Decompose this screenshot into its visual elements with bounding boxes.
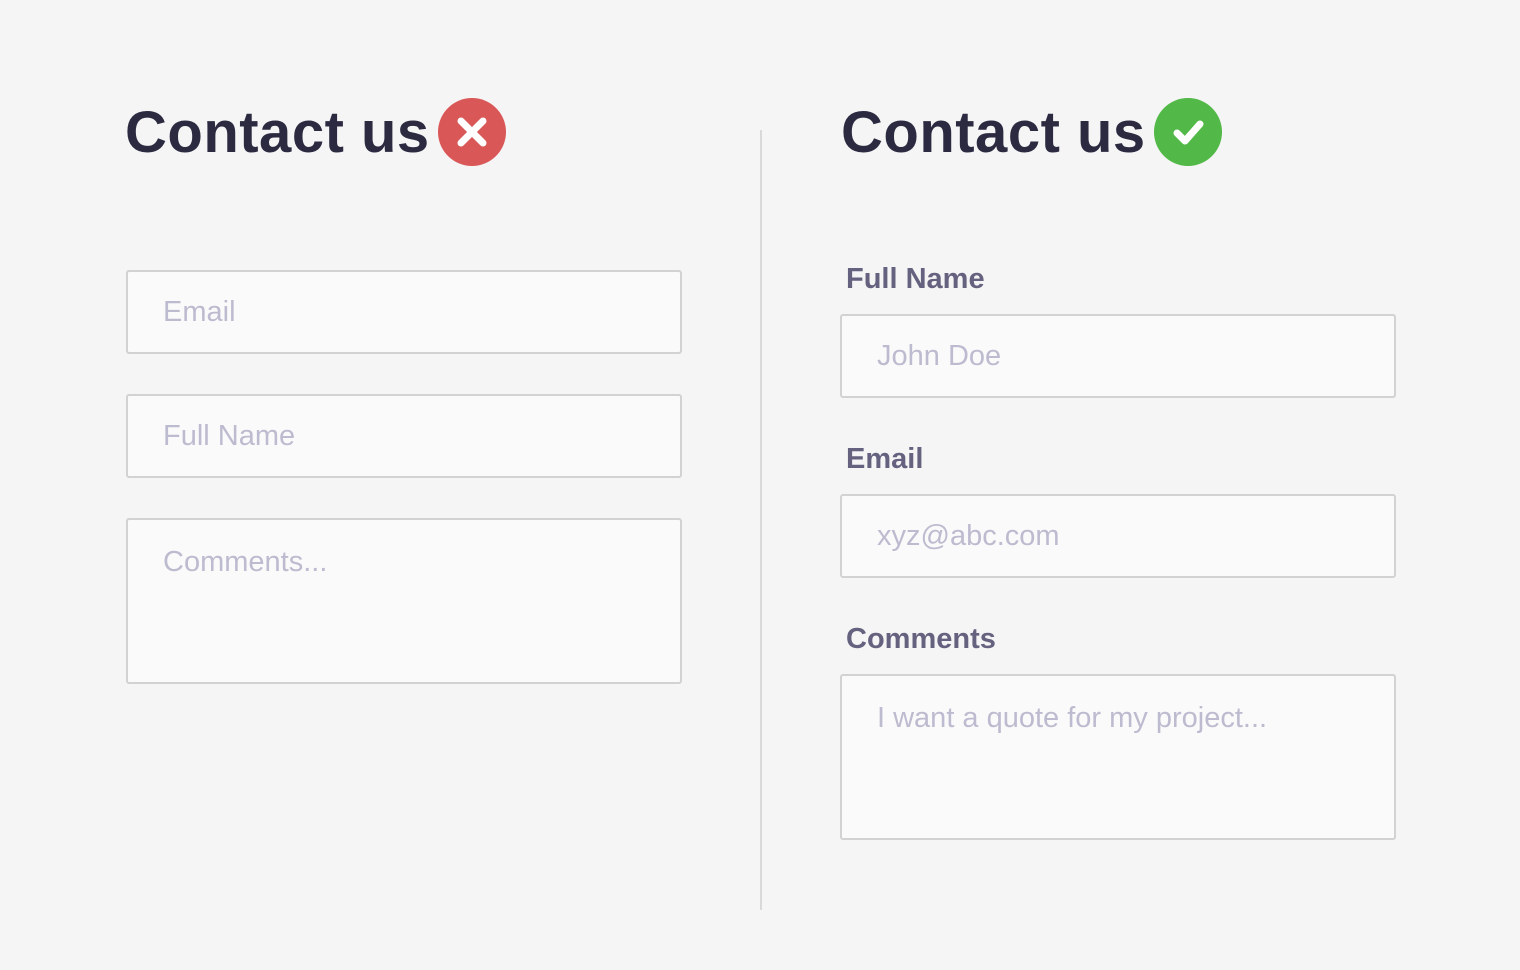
comments-textarea[interactable]: Comments... — [126, 518, 682, 684]
email-placeholder: Email — [163, 296, 236, 328]
comments-placeholder: Comments... — [163, 546, 328, 578]
full-name-field[interactable]: John Doe — [840, 314, 1396, 398]
full-name-placeholder: John Doe — [877, 340, 1002, 372]
email-placeholder: xyz@abc.com — [877, 520, 1060, 552]
comments-placeholder: I want a quote for my project... — [877, 702, 1268, 734]
bad-form-title: Contact us — [125, 100, 430, 165]
email-field[interactable]: Email — [126, 270, 682, 354]
email-label: Email — [846, 443, 924, 475]
email-field[interactable]: xyz@abc.com — [840, 494, 1396, 578]
full-name-field[interactable]: Full Name — [126, 394, 682, 478]
comments-label: Comments — [846, 623, 996, 655]
good-form-title: Contact us — [841, 100, 1146, 165]
comments-textarea[interactable]: I want a quote for my project... — [840, 674, 1396, 840]
check-icon — [1154, 98, 1222, 166]
full-name-placeholder: Full Name — [163, 420, 296, 452]
full-name-label: Full Name — [846, 263, 985, 295]
close-icon — [438, 98, 506, 166]
divider — [760, 130, 762, 910]
